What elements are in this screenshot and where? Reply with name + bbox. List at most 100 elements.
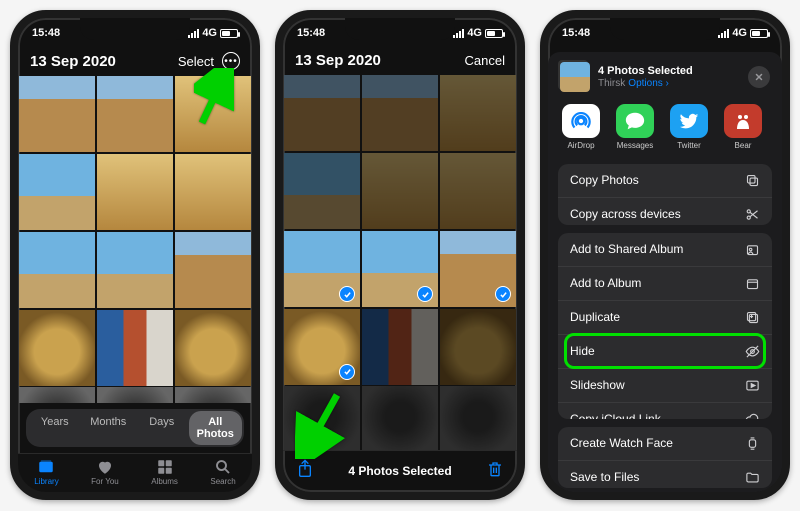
- tab-label: Albums: [151, 477, 178, 486]
- photo-thumb[interactable]: [440, 386, 516, 450]
- photo-thumb[interactable]: [97, 232, 173, 308]
- segment-months[interactable]: Months: [82, 411, 136, 445]
- photo-grid[interactable]: [283, 75, 517, 450]
- share-icon: [297, 459, 313, 479]
- delete-button[interactable]: [487, 460, 503, 481]
- photo-thumb[interactable]: [97, 387, 173, 403]
- tab-label: Library: [34, 477, 58, 486]
- selection-action-bar: 4 Photos Selected: [283, 450, 517, 492]
- share-group-1: Copy Photos Copy across devices: [558, 164, 772, 225]
- share-app-bear[interactable]: Bear: [722, 104, 764, 150]
- twitter-icon: [670, 104, 708, 138]
- action-add-shared-album[interactable]: Add to Shared Album: [558, 233, 772, 267]
- share-app-airdrop[interactable]: AirDrop: [560, 104, 602, 150]
- close-button[interactable]: [748, 66, 770, 88]
- photo-thumb-selected[interactable]: [284, 309, 360, 385]
- segment-days[interactable]: Days: [135, 411, 189, 445]
- segment-all-photos[interactable]: All Photos: [189, 411, 243, 445]
- photo-thumb[interactable]: [19, 310, 95, 386]
- play-rect-icon: [745, 378, 760, 393]
- action-hide[interactable]: Hide: [558, 335, 772, 369]
- share-button[interactable]: [297, 459, 313, 482]
- photo-thumb[interactable]: [175, 76, 251, 152]
- more-icon[interactable]: •••: [222, 52, 240, 70]
- photo-thumb[interactable]: [175, 154, 251, 230]
- action-save-files[interactable]: Save to Files: [558, 461, 772, 488]
- action-add-album[interactable]: Add to Album: [558, 267, 772, 301]
- photo-thumb[interactable]: [362, 75, 438, 151]
- photo-thumb[interactable]: [97, 310, 173, 386]
- photo-thumb[interactable]: [284, 75, 360, 151]
- folder-icon: [745, 470, 760, 485]
- action-copy-icloud[interactable]: Copy iCloud Link: [558, 403, 772, 419]
- album-icon: [745, 276, 760, 291]
- tab-search[interactable]: Search: [210, 458, 235, 486]
- photo-thumb[interactable]: [19, 76, 95, 152]
- share-group-3: Create Watch Face Save to Files: [558, 427, 772, 488]
- share-options-link[interactable]: Options ›: [628, 78, 669, 89]
- photo-thumb[interactable]: [97, 76, 173, 152]
- phone-library: 15:48 4G 13 Sep 2020 Select ••• Years Mo…: [10, 10, 260, 500]
- photo-thumb[interactable]: [440, 75, 516, 151]
- photo-thumb[interactable]: [97, 154, 173, 230]
- share-app-row[interactable]: AirDrop Messages Twitter Bear: [548, 98, 782, 160]
- photos-header: 13 Sep 2020 Select •••: [18, 48, 252, 76]
- selection-count: 4 Photos Selected: [313, 464, 487, 478]
- photo-thumb[interactable]: [362, 386, 438, 450]
- action-watch-face[interactable]: Create Watch Face: [558, 427, 772, 461]
- photo-thumb[interactable]: [362, 153, 438, 229]
- carrier-label: 4G: [202, 27, 217, 39]
- select-button[interactable]: Select: [178, 54, 214, 69]
- tab-for-you[interactable]: For You: [91, 458, 119, 486]
- view-segmented-control[interactable]: Years Months Days All Photos: [26, 409, 244, 447]
- row-label: Add to Shared Album: [570, 242, 683, 256]
- status-right: 4G: [188, 27, 238, 39]
- messages-icon: [616, 104, 654, 138]
- row-label: Copy Photos: [570, 173, 639, 187]
- action-slideshow[interactable]: Slideshow: [558, 369, 772, 403]
- action-duplicate[interactable]: Duplicate: [558, 301, 772, 335]
- trash-icon: [487, 460, 503, 478]
- check-icon: [339, 364, 355, 380]
- action-copy-photos[interactable]: Copy Photos: [558, 164, 772, 198]
- watch-icon: [745, 436, 760, 451]
- photos-header: 13 Sep 2020 Cancel: [283, 48, 517, 75]
- segment-years[interactable]: Years: [28, 411, 82, 445]
- photo-thumb[interactable]: [440, 153, 516, 229]
- photo-thumb-selected[interactable]: [440, 231, 516, 307]
- photo-thumb[interactable]: [19, 232, 95, 308]
- photo-thumb-selected[interactable]: [362, 231, 438, 307]
- action-copy-across[interactable]: Copy across devices: [558, 198, 772, 225]
- row-label: Add to Album: [570, 276, 641, 290]
- row-label: Save to Files: [570, 470, 639, 484]
- photo-thumb[interactable]: [362, 309, 438, 385]
- row-label: Duplicate: [570, 310, 620, 324]
- cancel-button[interactable]: Cancel: [465, 53, 505, 68]
- notch: [80, 18, 190, 40]
- share-app-twitter[interactable]: Twitter: [668, 104, 710, 150]
- photo-grid[interactable]: [18, 76, 252, 403]
- photo-thumb[interactable]: [19, 154, 95, 230]
- photo-thumb[interactable]: [175, 387, 251, 403]
- date-title: 13 Sep 2020: [295, 52, 381, 69]
- photo-thumb[interactable]: [19, 387, 95, 403]
- tab-label: For You: [91, 477, 119, 486]
- photo-thumb[interactable]: [440, 309, 516, 385]
- close-icon: [754, 72, 764, 82]
- search-icon: [214, 458, 232, 476]
- photo-thumb[interactable]: [175, 232, 251, 308]
- photo-thumb-selected[interactable]: [284, 231, 360, 307]
- photo-thumb[interactable]: [284, 386, 360, 450]
- share-sheet-header: 4 Photos Selected Thirsk Options ›: [548, 52, 782, 98]
- tab-albums[interactable]: Albums: [151, 458, 178, 486]
- share-title: 4 Photos Selected: [598, 65, 740, 77]
- row-label: Slideshow: [570, 378, 625, 392]
- tab-library[interactable]: Library: [34, 458, 58, 486]
- heart-icon: [96, 458, 114, 476]
- photo-thumb[interactable]: [175, 310, 251, 386]
- status-time: 15:48: [562, 27, 590, 39]
- carrier-label: 4G: [467, 27, 482, 39]
- photo-thumb[interactable]: [284, 153, 360, 229]
- share-app-messages[interactable]: Messages: [614, 104, 656, 150]
- bear-icon: [724, 104, 762, 138]
